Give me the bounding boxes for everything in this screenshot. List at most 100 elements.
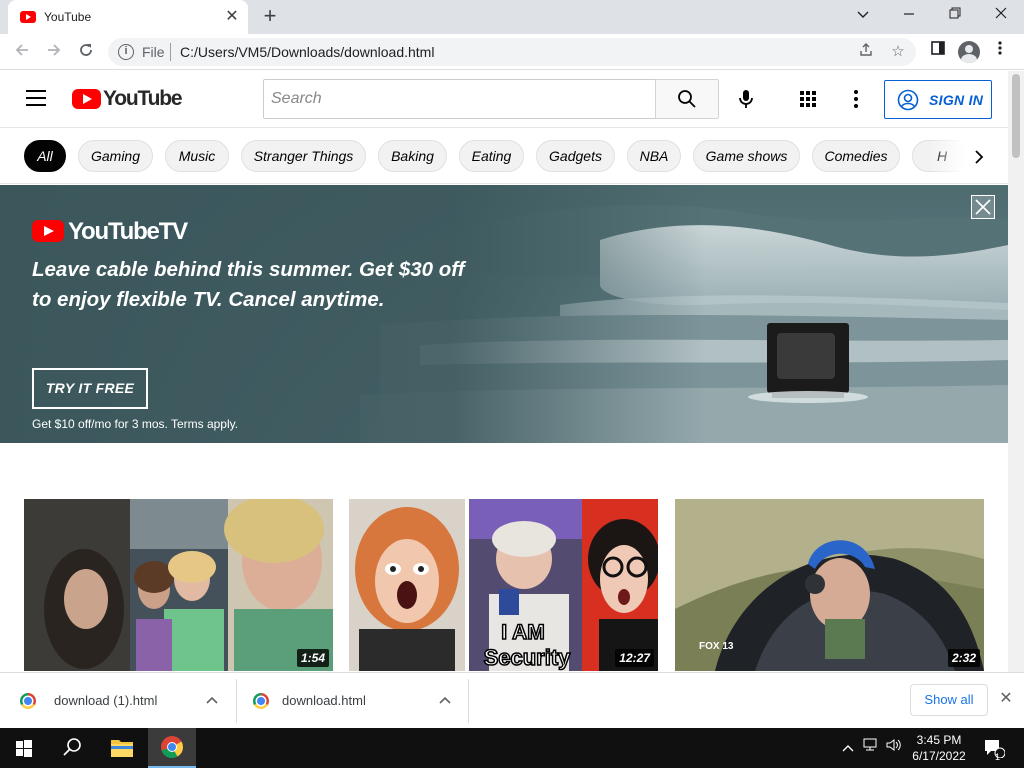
video-thumbnail-3[interactable]: FOX 13 2:32 — [675, 499, 984, 671]
chrome-file-icon — [253, 693, 269, 709]
address-divider — [170, 43, 171, 61]
scrollbar-thumb[interactable] — [1012, 74, 1020, 158]
thumbnail-overlay-text-1: I AM — [501, 621, 545, 644]
youtube-logo-text: YouTube — [103, 87, 183, 110]
network-icon[interactable] — [861, 738, 881, 758]
chip-gaming[interactable]: Gaming — [78, 140, 153, 172]
tab-strip: YouTube ✕ + — [0, 0, 1024, 34]
download-item-2[interactable]: download.html — [239, 679, 469, 723]
chip-gadgets[interactable]: Gadgets — [536, 140, 615, 172]
address-url[interactable]: C:/Users/VM5/Downloads/download.html — [180, 44, 434, 60]
address-bar[interactable]: i File C:/Users/VM5/Downloads/download.h… — [108, 38, 916, 66]
video-thumbnail-1[interactable]: 1:54 — [24, 499, 333, 671]
chip-stranger-things[interactable]: Stranger Things — [241, 140, 366, 172]
chrome-menu-icon[interactable] — [986, 38, 1014, 66]
download-file-name: download.html — [282, 693, 366, 708]
restore-button[interactable] — [932, 0, 978, 30]
chevron-right-icon[interactable] — [966, 144, 992, 170]
banner-terms: Get $10 off/mo for 3 mos. Terms apply. — [32, 417, 239, 431]
chip-all[interactable]: All — [24, 140, 66, 172]
banner-headline-line1: Leave cable behind this summer. Get $30 … — [32, 258, 465, 281]
taskbar-clock[interactable]: 3:45 PM 6/17/2022 — [905, 732, 973, 764]
category-chips-bar: All Gaming Music Stranger Things Baking … — [0, 127, 1008, 184]
notifications-icon[interactable]: 1 — [982, 738, 1006, 762]
chip-music[interactable]: Music — [165, 140, 229, 172]
thumbnail-image — [24, 499, 333, 671]
reload-button[interactable] — [72, 38, 100, 66]
search-input[interactable] — [264, 80, 656, 118]
youtube-play-icon — [72, 89, 101, 109]
download-file-name: download (1).html — [54, 693, 158, 708]
hamburger-menu-icon[interactable] — [26, 90, 46, 106]
voice-search-button[interactable] — [734, 87, 758, 111]
sign-in-label: SIGN IN — [929, 92, 984, 108]
thumbnail-image: FOX 13 — [675, 499, 984, 671]
download-item-1[interactable]: download (1).html — [6, 679, 237, 723]
new-tab-button[interactable]: + — [258, 4, 282, 28]
sign-in-button[interactable]: SIGN IN — [884, 80, 992, 119]
show-all-downloads-button[interactable]: Show all — [910, 684, 988, 716]
back-button[interactable] — [8, 38, 36, 66]
tab-close-icon[interactable]: ✕ — [222, 7, 242, 27]
settings-more-icon[interactable] — [845, 88, 867, 110]
microphone-icon — [739, 90, 753, 108]
video-thumbnail-2[interactable]: I AM Security 12:27 — [349, 499, 658, 671]
video-duration: 1:54 — [296, 649, 329, 667]
notification-count: 1 — [995, 752, 1001, 762]
minimize-button[interactable] — [886, 0, 932, 30]
chip-comedies[interactable]: Comedies — [812, 140, 900, 172]
chevron-up-icon[interactable] — [203, 691, 221, 709]
search-icon — [678, 90, 696, 108]
search-box — [263, 79, 656, 119]
windows-logo-icon — [16, 740, 32, 757]
youtube-masthead: YouTube SIGN IN — [0, 71, 1008, 127]
youtube-apps-grid-icon[interactable] — [797, 88, 819, 110]
youtube-tv-ad-banner: YouTubeTV Leave cable behind this summer… — [0, 185, 1008, 443]
fox13-watermark: FOX 13 — [699, 641, 734, 652]
banner-headline: Leave cable behind this summer. Get $30 … — [32, 255, 492, 315]
search-icon — [63, 738, 81, 756]
youtube-favicon-icon — [20, 11, 36, 23]
tray-chevron-up-icon[interactable] — [838, 738, 858, 758]
video-duration: 2:32 — [947, 649, 980, 667]
thumbnail-image: I AM Security — [349, 499, 658, 671]
windows-taskbar: 3:45 PM 6/17/2022 1 — [0, 728, 1024, 768]
banner-headline-line2: to enjoy flexible TV. Cancel anytime. — [32, 288, 385, 311]
share-icon[interactable] — [856, 42, 876, 62]
video-duration: 12:27 — [615, 649, 654, 667]
tab-title: YouTube — [44, 10, 92, 24]
chrome-icon — [161, 736, 183, 759]
forward-button[interactable] — [40, 38, 68, 66]
browser-toolbar: i File C:/Users/VM5/Downloads/download.h… — [0, 34, 1024, 70]
clock-time: 3:45 PM — [916, 733, 962, 747]
search-button[interactable] — [655, 79, 719, 119]
folder-icon — [111, 740, 133, 757]
thumbnail-overlay-text-2: Security — [484, 645, 572, 670]
volume-icon[interactable] — [884, 738, 904, 758]
chip-baking[interactable]: Baking — [378, 140, 447, 172]
chip-eating[interactable]: Eating — [459, 140, 524, 172]
chrome-file-icon — [20, 693, 36, 709]
chevron-up-icon[interactable] — [436, 691, 454, 709]
profile-avatar-icon[interactable] — [958, 41, 980, 63]
bookmark-star-icon[interactable]: ☆ — [888, 42, 908, 62]
youtube-tv-play-icon — [32, 220, 64, 242]
close-shelf-icon[interactable]: ✕ — [996, 689, 1016, 709]
page-scrollbar[interactable] — [1008, 71, 1024, 672]
try-it-free-button[interactable]: TRY IT FREE — [32, 368, 148, 409]
account-circle-icon — [897, 89, 919, 111]
clock-date: 6/17/2022 — [912, 749, 966, 763]
start-button[interactable] — [0, 728, 48, 768]
address-scheme: File — [142, 44, 165, 60]
close-ad-icon[interactable] — [971, 195, 995, 219]
side-panel-icon[interactable] — [924, 38, 952, 66]
file-explorer-button[interactable] — [98, 728, 146, 768]
site-info-icon[interactable]: i — [118, 44, 134, 60]
chip-nba[interactable]: NBA — [627, 140, 681, 172]
close-window-button[interactable] — [978, 0, 1024, 30]
browser-tab-youtube[interactable]: YouTube ✕ — [8, 0, 248, 34]
taskbar-search-button[interactable] — [48, 728, 96, 768]
chip-game-shows[interactable]: Game shows — [693, 140, 800, 172]
tab-search-chevron-icon[interactable] — [840, 0, 886, 30]
chrome-taskbar-button[interactable] — [148, 728, 196, 768]
